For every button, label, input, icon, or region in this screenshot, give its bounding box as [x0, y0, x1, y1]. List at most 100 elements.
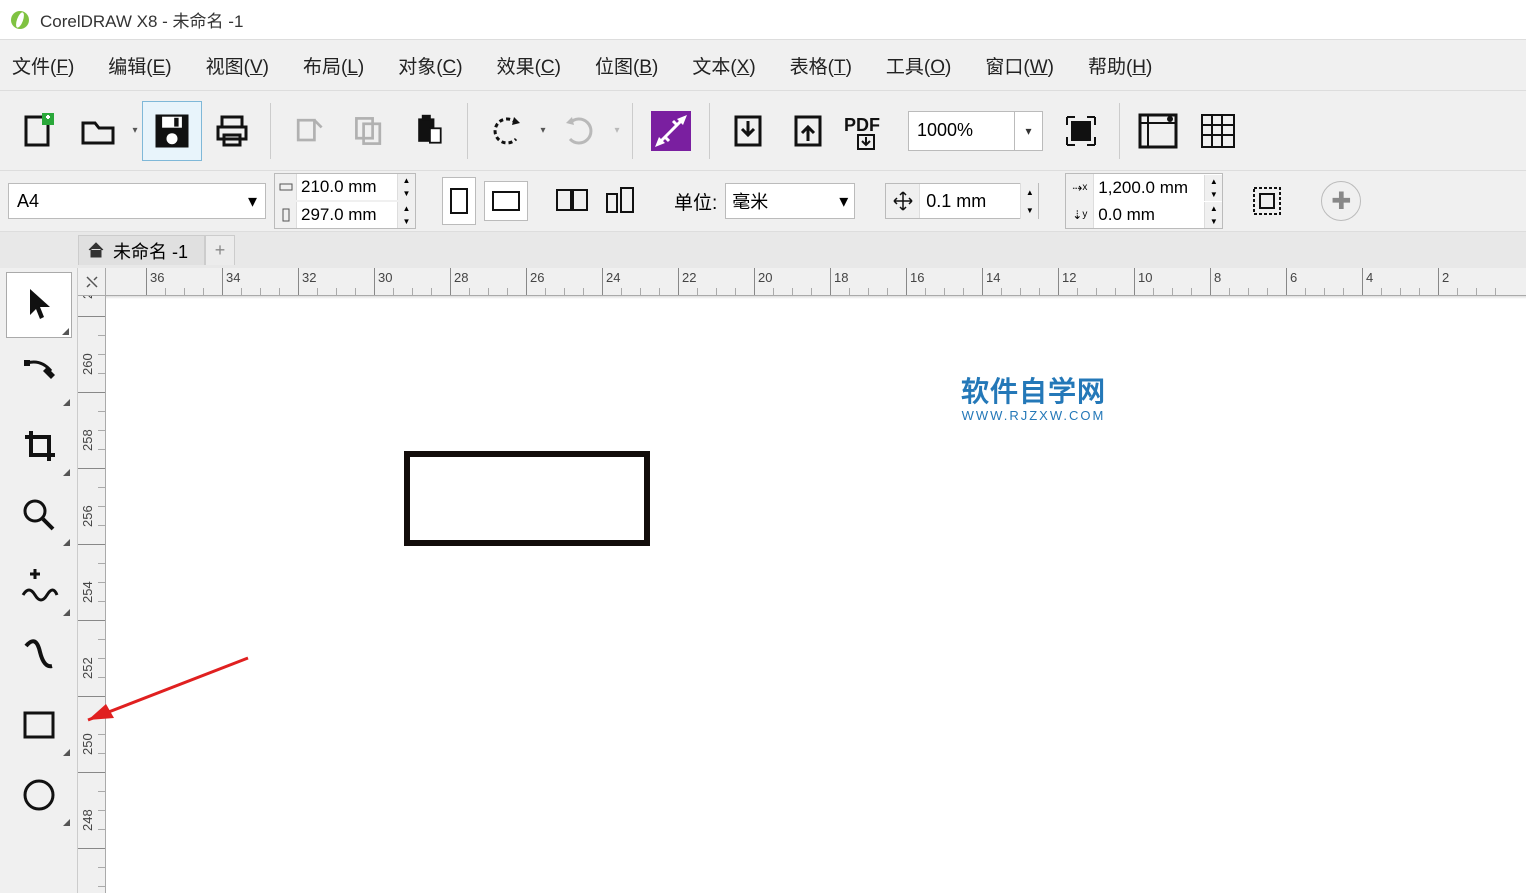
- nudge-icon: [886, 184, 920, 218]
- title-bar: CorelDRAW X8 - 未命名 -1: [0, 0, 1526, 40]
- menu-bitmap[interactable]: 位图(B): [591, 48, 662, 83]
- menu-text[interactable]: 文本(X): [688, 48, 759, 83]
- freehand-tool[interactable]: [6, 552, 72, 618]
- menu-bar: 文件(F) 编辑(E) 视图(V) 布局(L) 对象(C) 效果(C) 位图(B…: [0, 40, 1526, 90]
- menu-object[interactable]: 对象(C): [394, 48, 466, 83]
- toolbox: [0, 268, 78, 893]
- width-spinner[interactable]: ▲▼: [397, 174, 415, 200]
- menu-effects[interactable]: 效果(C): [493, 48, 565, 83]
- unit-select[interactable]: 毫米 ▾: [725, 183, 855, 219]
- ellipse-tool[interactable]: [6, 762, 72, 828]
- height-icon: [275, 202, 297, 228]
- watermark-url: WWW.RJZXW.COM: [961, 408, 1106, 423]
- dup-y-spinner[interactable]: ▲▼: [1204, 202, 1222, 228]
- horizontal-ruler[interactable]: 36343230282624222018161412108642: [106, 268, 1526, 296]
- separator: [1119, 103, 1120, 159]
- zoom-level[interactable]: ▾: [908, 111, 1043, 151]
- nudge-distance: ▲▼: [885, 183, 1039, 219]
- paper-size-value: A4: [17, 191, 39, 212]
- property-bar: A4 ▾ ▲▼ ▲▼ 单位: 毫米 ▾ ▲▼ ⇢x ▲▼: [0, 170, 1526, 232]
- menu-file[interactable]: 文件(F): [8, 48, 78, 83]
- open-button[interactable]: [68, 101, 128, 161]
- separator: [709, 103, 710, 159]
- home-icon: [87, 241, 107, 261]
- publish-pdf-button[interactable]: PDF: [838, 101, 898, 161]
- cut-button[interactable]: [279, 101, 339, 161]
- zoom-dropdown[interactable]: ▾: [1014, 112, 1042, 150]
- rulers-button[interactable]: [1128, 101, 1188, 161]
- drawing-canvas[interactable]: 软件自学网 WWW.RJZXW.COM: [106, 296, 1526, 893]
- svg-text:PDF: PDF: [844, 115, 880, 135]
- export-in-button[interactable]: [718, 101, 778, 161]
- add-tab-button[interactable]: +: [205, 235, 235, 265]
- menu-edit[interactable]: 编辑(E): [104, 48, 175, 83]
- new-button[interactable]: [8, 101, 68, 161]
- dup-y-input[interactable]: [1094, 205, 1204, 225]
- fullscreen-button[interactable]: [1051, 101, 1111, 161]
- all-pages-button[interactable]: [552, 181, 592, 221]
- separator: [632, 103, 633, 159]
- undo-dropdown[interactable]: ▾: [536, 101, 550, 161]
- document-tab-bar: 未命名 -1 +: [0, 232, 1526, 268]
- nudge-input[interactable]: [920, 191, 1020, 212]
- canvas-area: 36343230282624222018161412108642 2622602…: [78, 268, 1526, 893]
- menu-window[interactable]: 窗口(W): [981, 48, 1058, 83]
- paste-button[interactable]: [399, 101, 459, 161]
- options-button[interactable]: ✚: [1321, 181, 1361, 221]
- pick-tool[interactable]: [6, 272, 72, 338]
- current-page-button[interactable]: [600, 181, 640, 221]
- width-icon: [275, 174, 297, 200]
- artistic-media-tool[interactable]: [6, 622, 72, 688]
- unit-label: 单位:: [674, 188, 717, 215]
- drawn-rectangle[interactable]: [404, 451, 650, 546]
- shape-tool[interactable]: [6, 342, 72, 408]
- nudge-spinner[interactable]: ▲▼: [1020, 183, 1038, 219]
- open-dropdown[interactable]: ▾: [128, 101, 142, 161]
- app-logo-icon: [10, 10, 30, 30]
- duplicate-distance: ⇢x ▲▼ ⇣y ▲▼: [1065, 173, 1223, 229]
- document-tab-label: 未命名 -1: [113, 238, 188, 264]
- crop-tool[interactable]: [6, 412, 72, 478]
- zoom-input[interactable]: [909, 120, 1014, 141]
- menu-layout[interactable]: 布局(L): [299, 48, 368, 83]
- dup-x-spinner[interactable]: ▲▼: [1204, 175, 1222, 201]
- standard-toolbar: ▾ ▾ ▾ PDF ▾: [0, 90, 1526, 170]
- page-height-input[interactable]: [297, 205, 397, 225]
- page-edge: [106, 296, 1526, 299]
- portrait-button[interactable]: [442, 177, 476, 225]
- dup-x-icon: ⇢x: [1066, 174, 1094, 201]
- grid-button[interactable]: [1188, 101, 1248, 161]
- import-button[interactable]: [641, 101, 701, 161]
- workspace: 36343230282624222018161412108642 2622602…: [0, 268, 1526, 893]
- menu-view[interactable]: 视图(V): [202, 48, 273, 83]
- print-button[interactable]: [202, 101, 262, 161]
- save-button[interactable]: [142, 101, 202, 161]
- rectangle-tool[interactable]: [6, 692, 72, 758]
- treat-as-filled-button[interactable]: [1247, 181, 1287, 221]
- app-title: CorelDRAW X8 - 未命名 -1: [40, 7, 243, 32]
- menu-tools[interactable]: 工具(O): [882, 48, 955, 83]
- undo-button[interactable]: [476, 101, 536, 161]
- separator: [467, 103, 468, 159]
- dropdown-icon: ▾: [248, 191, 257, 212]
- document-tab[interactable]: 未命名 -1: [78, 235, 205, 265]
- landscape-button[interactable]: [484, 181, 528, 221]
- menu-help[interactable]: 帮助(H): [1084, 48, 1156, 83]
- export-out-button[interactable]: [778, 101, 838, 161]
- paper-size-select[interactable]: A4 ▾: [8, 183, 266, 219]
- ruler-origin[interactable]: [78, 268, 106, 296]
- menu-table[interactable]: 表格(T): [786, 48, 856, 83]
- height-spinner[interactable]: ▲▼: [397, 202, 415, 228]
- copy-button[interactable]: [339, 101, 399, 161]
- separator: [270, 103, 271, 159]
- watermark-title: 软件自学网: [961, 370, 1106, 410]
- dup-x-input[interactable]: [1094, 178, 1204, 198]
- redo-dropdown[interactable]: ▾: [610, 101, 624, 161]
- zoom-tool[interactable]: [6, 482, 72, 548]
- redo-button[interactable]: [550, 101, 610, 161]
- page-width-input[interactable]: [297, 177, 397, 197]
- vertical-ruler[interactable]: 262260258256254252250248: [78, 296, 106, 893]
- unit-value: 毫米: [732, 188, 768, 214]
- page-dimensions: ▲▼ ▲▼: [274, 173, 416, 229]
- dup-y-icon: ⇣y: [1066, 201, 1094, 228]
